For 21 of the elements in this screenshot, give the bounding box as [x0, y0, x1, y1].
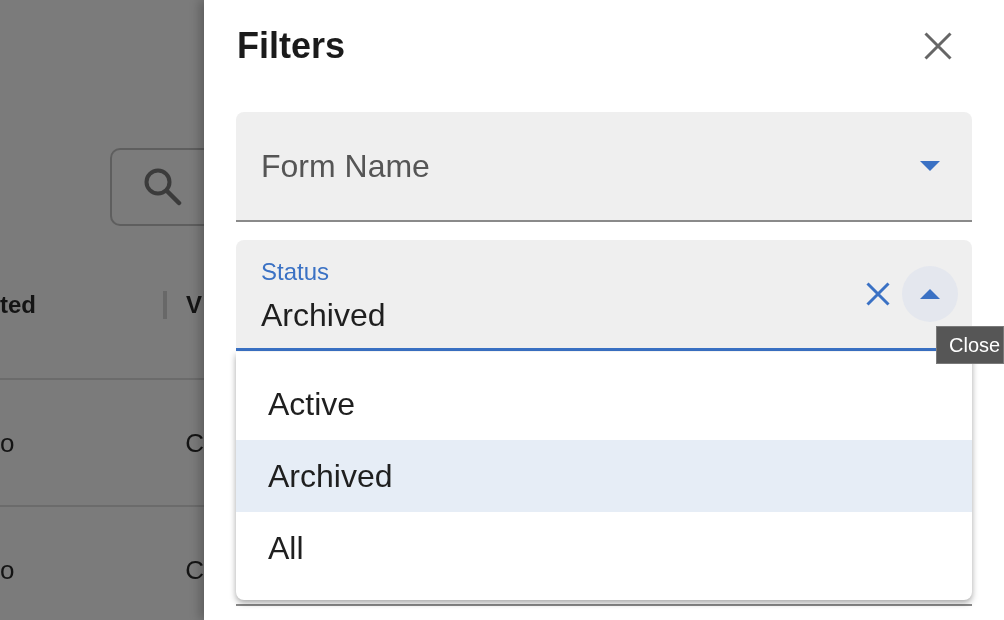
panel-title: Filters [237, 25, 346, 67]
table-cell: C [185, 554, 204, 585]
table-cell-text: o [0, 554, 16, 585]
close-button[interactable] [924, 32, 952, 60]
tooltip: Close [936, 326, 1004, 364]
table-cell: C [185, 427, 204, 458]
menu-option[interactable]: Archived [236, 440, 972, 512]
selected-value: Archived [261, 296, 387, 334]
select-field[interactable]: Form Name [236, 112, 972, 222]
column-header: ted [0, 290, 37, 320]
close-icon [924, 32, 952, 60]
menu-option[interactable]: All [236, 512, 972, 584]
column-header: V [185, 290, 202, 320]
search-icon [144, 168, 182, 206]
table-cell-text: o [0, 427, 16, 458]
clear-button[interactable] [866, 282, 890, 306]
caret-up-icon [920, 289, 940, 299]
menu-option[interactable]: Active [236, 368, 972, 440]
field-label: Status [261, 258, 331, 286]
close-icon [866, 282, 890, 306]
field-label: Form Name [261, 147, 431, 185]
